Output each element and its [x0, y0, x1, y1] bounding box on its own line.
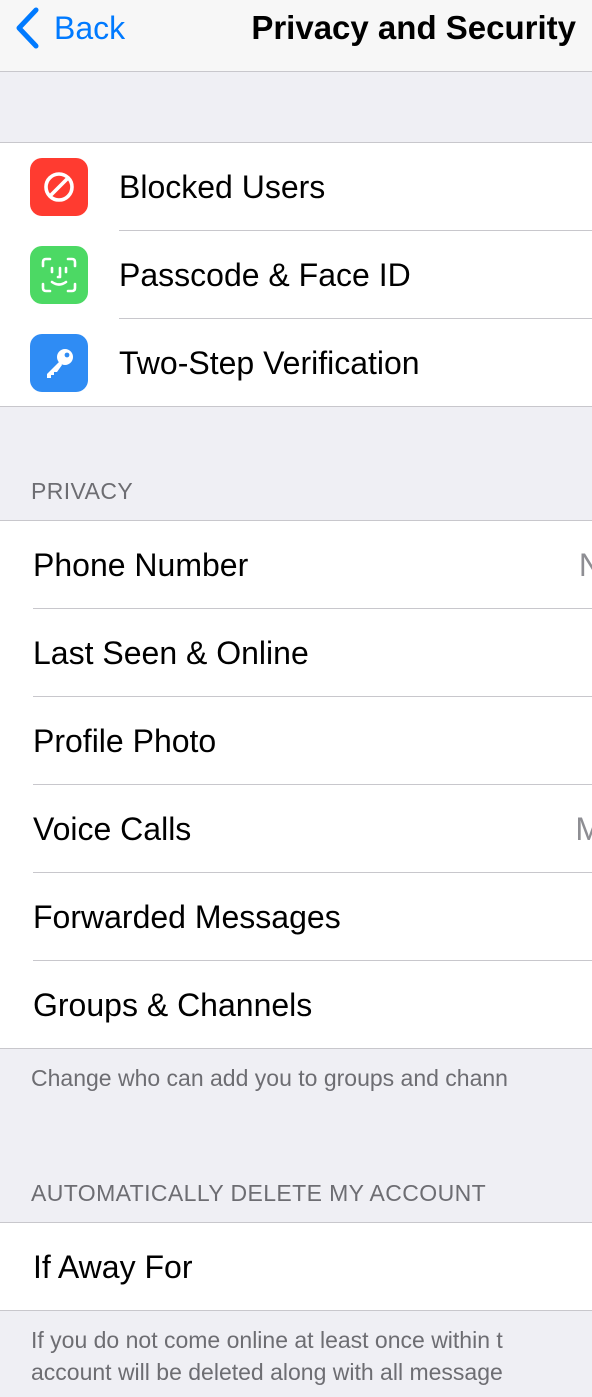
voice-calls-value: M	[575, 785, 592, 873]
privacy-footer-text: Change who can add you to groups and cha…	[31, 1065, 508, 1091]
profile-photo-label: Profile Photo	[33, 722, 217, 759]
back-button[interactable]: Back	[14, 0, 125, 56]
voice-calls-label: Voice Calls	[33, 810, 192, 847]
chevron-left-icon	[16, 7, 39, 49]
if-away-for-row[interactable]: If Away For	[0, 1223, 592, 1310]
groups-channels-label: Groups & Channels	[33, 986, 313, 1023]
face-id-icon	[30, 246, 88, 304]
privacy-section-header: PRIVACY	[31, 478, 134, 504]
phone-number-value: N	[579, 521, 592, 609]
blocked-users-label: Blocked Users	[119, 168, 326, 205]
security-group: Blocked Users Passcode & Face ID Two-Ste…	[0, 142, 592, 407]
last-seen-online-label: Last Seen & Online	[33, 634, 309, 671]
delete-account-footer-line1: If you do not come online at least once …	[31, 1327, 503, 1353]
delete-account-group: If Away For	[0, 1222, 592, 1311]
phone-number-row[interactable]: Phone Number N	[0, 521, 592, 609]
profile-photo-row[interactable]: Profile Photo	[0, 697, 592, 785]
page-title: Privacy and Security	[251, 9, 576, 46]
navigation-bar: Back Privacy and Security	[0, 0, 592, 72]
passcode-face-id-label: Passcode & Face ID	[119, 256, 411, 293]
if-away-for-label: If Away For	[33, 1248, 193, 1285]
forwarded-messages-label: Forwarded Messages	[33, 898, 341, 935]
blocked-users-row[interactable]: Blocked Users	[0, 143, 592, 231]
delete-account-section-header: AUTOMATICALLY DELETE MY ACCOUNT	[31, 1180, 487, 1206]
phone-number-label: Phone Number	[33, 546, 249, 583]
privacy-group: Phone Number N Last Seen & Online Profil…	[0, 520, 592, 1049]
two-step-verification-label: Two-Step Verification	[119, 344, 420, 381]
back-label: Back	[54, 9, 126, 46]
two-step-verification-row[interactable]: Two-Step Verification	[0, 319, 592, 406]
voice-calls-row[interactable]: Voice Calls M	[0, 785, 592, 873]
block-icon	[30, 158, 88, 216]
delete-account-footer-line2: account will be deleted along with all m…	[31, 1359, 503, 1385]
groups-channels-row[interactable]: Groups & Channels	[0, 961, 592, 1048]
passcode-face-id-row[interactable]: Passcode & Face ID	[0, 231, 592, 319]
forwarded-messages-row[interactable]: Forwarded Messages	[0, 873, 592, 961]
key-icon	[30, 334, 88, 392]
last-seen-online-row[interactable]: Last Seen & Online	[0, 609, 592, 697]
